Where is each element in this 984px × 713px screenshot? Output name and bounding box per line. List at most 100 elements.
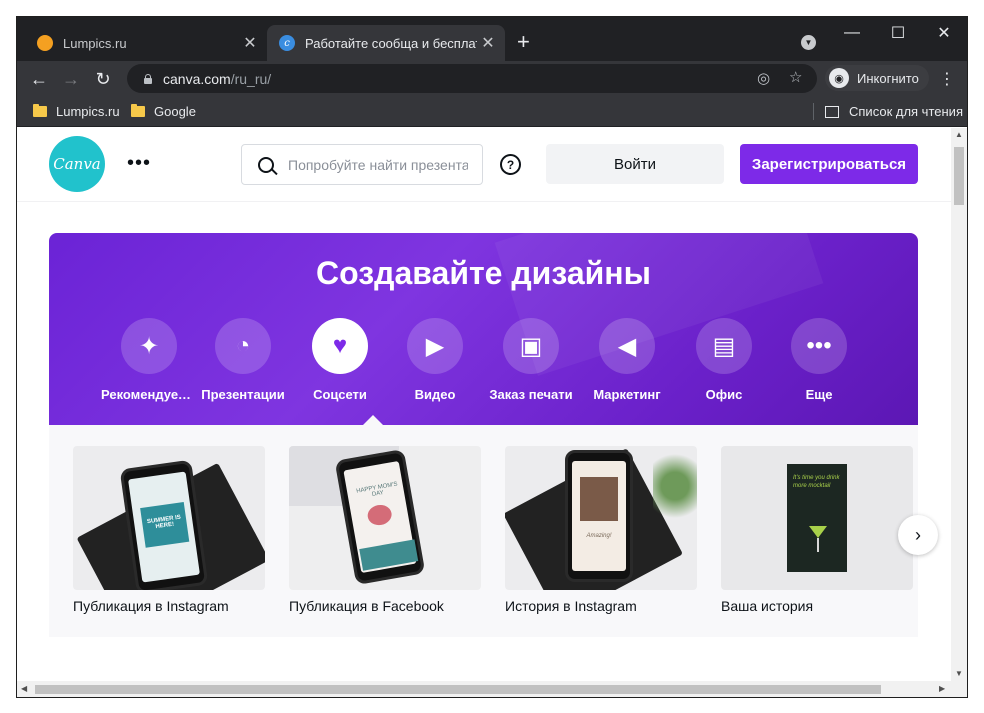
search-icon (258, 156, 274, 173)
login-button[interactable]: Войти (546, 144, 724, 184)
canva-page: Canva ••• ? Войти Зарегистрироваться Соз… (17, 128, 967, 681)
scroll-down-icon[interactable]: ▼ (955, 669, 963, 678)
category-video[interactable]: ▶ Видео (387, 318, 483, 402)
category-print[interactable]: ▣ Заказ печати (483, 318, 579, 402)
eye-off-icon[interactable]: ◎ (757, 69, 770, 87)
category-presentations[interactable]: ◔ Презентации (195, 318, 291, 402)
active-category-pointer (363, 415, 383, 425)
photo-shape (359, 539, 419, 571)
template-instagram-story[interactable]: Amazing! История в Instagram (505, 446, 697, 614)
template-label: Публикация в Instagram (73, 598, 229, 614)
template-instagram-post[interactable]: SUMMER IS HERE! Публикация в Instagram (73, 446, 265, 614)
maximize-icon[interactable]: ☐ (883, 23, 913, 43)
bookmark-google[interactable]: Google (131, 96, 196, 127)
templates-carousel: SUMMER IS HERE! Публикация в Instagram H… (49, 425, 918, 637)
sparkle-icon: ✦ (121, 318, 177, 374)
print-order-icon: ▣ (503, 318, 559, 374)
category-label: Еще (805, 387, 833, 402)
more-dots-icon: ••• (791, 318, 847, 374)
carousel-next-icon[interactable]: › (898, 515, 938, 555)
template-thumbnail: SUMMER IS HERE! (73, 446, 265, 590)
tab-close-icon[interactable]: ✕ (477, 32, 499, 54)
scroll-right-icon[interactable]: ▶ (939, 684, 945, 693)
star-icon[interactable]: ☆ (789, 68, 802, 86)
bookmark-label: Google (154, 104, 196, 119)
incognito-badge[interactable]: ◉ Инкогнито (825, 65, 929, 91)
address-bar[interactable]: canva.com/ru_ru/ ◎ ☆ (127, 64, 817, 93)
tab-search-icon[interactable]: ▼ (801, 35, 816, 50)
bookmark-label: Lumpics.ru (56, 104, 120, 119)
bookmark-lumpics[interactable]: Lumpics.ru (33, 96, 120, 127)
phone-shape: HAPPY MOM'S DAY (334, 448, 426, 586)
reload-icon[interactable]: ↻ (91, 67, 115, 91)
tab-strip: Lumpics.ru ✕ c Работайте сообща и беспла… (17, 17, 967, 61)
incognito-label: Инкогнито (857, 70, 919, 86)
bookmark-divider (813, 103, 814, 120)
template-your-story[interactable]: It's time you drink more mocktail Ваша и… (721, 446, 913, 614)
tab-canva[interactable]: c Работайте сообща и бесплатно ✕ (267, 25, 505, 61)
summer-text: SUMMER IS HERE! (140, 502, 190, 548)
folder-icon (131, 104, 145, 117)
reading-list[interactable]: Список для чтения (825, 96, 963, 127)
reading-list-label: Список для чтения (849, 104, 963, 119)
bookmarks-bar: Lumpics.ru Google Список для чтения (17, 96, 967, 127)
search-box[interactable] (241, 144, 483, 185)
photo-shape (580, 477, 618, 521)
scroll-left-icon[interactable]: ◀ (21, 684, 27, 693)
plant-shape (653, 446, 697, 526)
lock-icon[interactable] (143, 73, 153, 84)
megaphone-icon: ◀ (599, 318, 655, 374)
scroll-up-icon[interactable]: ▲ (955, 130, 963, 139)
more-menu-icon[interactable]: ••• (127, 152, 151, 175)
category-label: Офис (705, 387, 743, 402)
back-icon[interactable]: ← (27, 67, 51, 91)
story-note-text: Amazing! (586, 533, 612, 539)
canva-favicon-icon: c (279, 35, 295, 51)
category-recommended[interactable]: ✦ Рекомендуемое (101, 318, 197, 402)
signup-button[interactable]: Зарегистрироваться (740, 144, 918, 184)
close-window-icon[interactable]: ✕ (929, 23, 959, 43)
hero-banner: Создавайте дизайны ✦ Рекомендуемое ◔ Пре… (49, 233, 918, 425)
glass-stem-shape (817, 538, 819, 552)
presentation-icon: ◔ (215, 318, 271, 374)
cocktail-text: It's time you drink more mocktail (793, 475, 840, 489)
browser-menu-icon[interactable]: ⋮ (939, 69, 955, 89)
vertical-scroll-thumb[interactable] (954, 147, 964, 205)
category-label: Презентации (201, 387, 285, 402)
category-office[interactable]: ▤ Офис (676, 318, 772, 402)
story-card-shape: It's time you drink more mocktail (787, 464, 847, 572)
minimize-icon[interactable]: — (837, 23, 867, 43)
canva-logo[interactable]: Canva (49, 136, 105, 192)
phone-shape: Amazing! (565, 450, 633, 582)
video-camera-icon: ▶ (407, 318, 463, 374)
template-label: История в Instagram (505, 598, 637, 614)
category-social[interactable]: ♥ Соцсети (292, 318, 388, 402)
category-label: Рекомендуемое (101, 387, 197, 402)
category-label: Видео (414, 387, 456, 402)
browser-window: Lumpics.ru ✕ c Работайте сообща и беспла… (16, 16, 968, 698)
tab-lumpics[interactable]: Lumpics.ru ✕ (25, 25, 267, 61)
briefcase-icon: ▤ (696, 318, 752, 374)
category-marketing[interactable]: ◀ Маркетинг (579, 318, 675, 402)
reading-list-icon (825, 105, 839, 118)
horizontal-scroll-thumb[interactable] (35, 685, 881, 694)
category-more[interactable]: ••• Еще (771, 318, 867, 402)
template-thumbnail: Amazing! (505, 446, 697, 590)
forward-icon[interactable]: → (59, 67, 83, 91)
heart-bubble-icon: ♥ (312, 318, 368, 374)
search-input[interactable] (288, 156, 468, 173)
moms-day-text: HAPPY MOM'S DAY (355, 481, 398, 498)
tab-close-icon[interactable]: ✕ (239, 32, 261, 54)
category-label: Маркетинг (593, 387, 661, 402)
hero-title: Создавайте дизайны (316, 255, 651, 291)
vertical-scrollbar[interactable] (951, 128, 967, 681)
template-facebook-post[interactable]: HAPPY MOM'S DAY Публикация в Facebook (289, 446, 481, 614)
template-thumbnail: It's time you drink more mocktail (721, 446, 913, 590)
incognito-icon: ◉ (829, 68, 849, 88)
help-icon[interactable]: ? (500, 154, 521, 175)
lumpics-favicon-icon (37, 35, 53, 51)
flowers-shape (366, 503, 394, 527)
tab-title: Работайте сообща и бесплатно (305, 35, 477, 51)
template-thumbnail: HAPPY MOM'S DAY (289, 446, 481, 590)
new-tab-icon[interactable]: + (517, 31, 530, 53)
